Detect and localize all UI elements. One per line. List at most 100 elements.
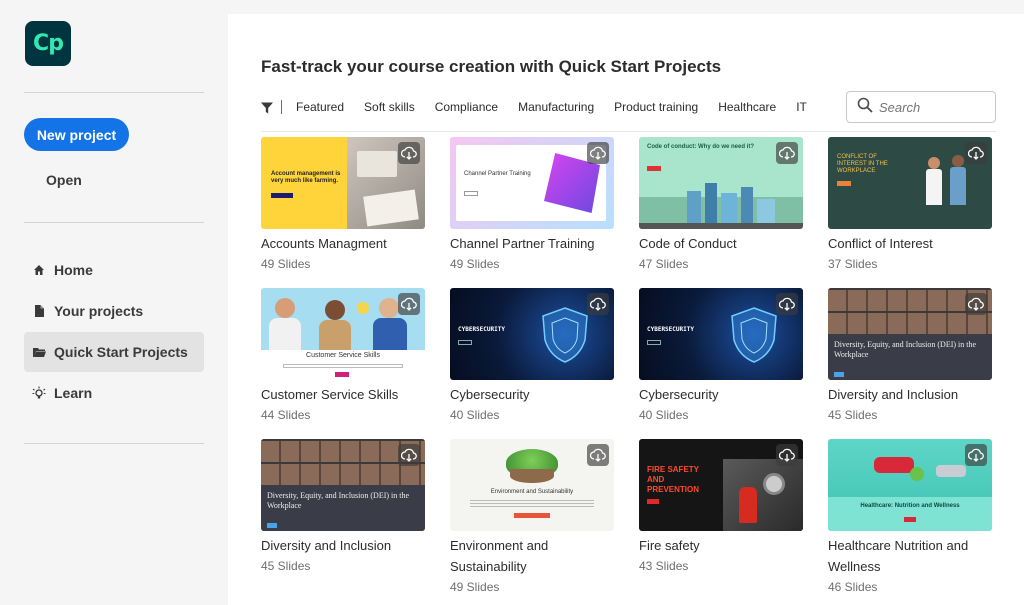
app-logo-text: Cp <box>33 31 64 56</box>
card-title: Environment and Sustainability <box>450 538 549 574</box>
divider <box>24 92 204 93</box>
filter-separator <box>281 100 282 114</box>
project-card[interactable]: Healthcare: Nutrition and Wellness Healt… <box>828 439 992 597</box>
card-thumbnail[interactable]: CYBERSECURITY <box>639 288 803 380</box>
download-icon[interactable] <box>776 293 798 315</box>
card-title: Diversity and Inclusion <box>261 538 392 553</box>
search-input[interactable] <box>879 99 979 115</box>
thumbnail-text: Account management is very much like far… <box>271 171 341 184</box>
download-icon[interactable] <box>587 142 609 164</box>
card-slide-count: 49 Slides <box>261 257 311 271</box>
thumbnail-text: Healthcare: Nutrition and Wellness <box>860 503 960 509</box>
card-title: Healthcare Nutrition and Wellness <box>828 538 969 574</box>
card-title: Code of Conduct <box>639 236 737 251</box>
card-thumbnail[interactable]: Diversity, Equity, and Inclusion (DEI) i… <box>828 288 992 380</box>
nav-item-learn[interactable]: Learn <box>24 373 204 413</box>
thumbnail-text: FIRE SAFETY AND PREVENTION <box>647 465 700 494</box>
project-card[interactable]: CONFLICT OF INTEREST IN THE WORKPLACE Co… <box>828 137 992 274</box>
card-slide-count: 40 Slides <box>450 408 500 422</box>
filter-tab-product-training[interactable]: Product training <box>614 100 698 114</box>
download-icon[interactable] <box>587 444 609 466</box>
download-icon[interactable] <box>965 142 987 164</box>
divider <box>24 222 204 223</box>
new-project-button[interactable]: New project <box>24 118 129 151</box>
card-title: Channel Partner Training <box>450 236 595 251</box>
thumbnail-text: CONFLICT OF INTEREST IN THE WORKPLACE <box>837 154 888 174</box>
card-slide-count: 44 Slides <box>261 408 311 422</box>
thumbnail-text: Channel Partner Training <box>464 171 531 177</box>
card-title: Conflict of Interest <box>828 236 933 251</box>
thumbnail-text: Diversity, Equity, and Inclusion (DEI) i… <box>267 491 410 510</box>
thumbnail-text: Customer Service Skills <box>306 352 380 359</box>
card-thumbnail[interactable]: Account management is very much like far… <box>261 137 425 229</box>
download-icon[interactable] <box>965 444 987 466</box>
filter-tab-it[interactable]: IT <box>796 100 807 114</box>
project-card[interactable]: CYBERSECURITY Cybersecurity 40 Slides <box>450 288 614 425</box>
divider <box>24 443 204 444</box>
download-icon[interactable] <box>398 293 420 315</box>
filter-tab-manufacturing[interactable]: Manufacturing <box>518 100 594 114</box>
filter-tab-soft-skills[interactable]: Soft skills <box>364 100 415 114</box>
card-slide-count: 40 Slides <box>639 408 689 422</box>
project-card[interactable]: Channel Partner Training Channel Partner… <box>450 137 614 274</box>
card-title: Customer Service Skills <box>261 387 399 402</box>
card-thumbnail[interactable]: CONFLICT OF INTEREST IN THE WORKPLACE <box>828 137 992 229</box>
download-icon[interactable] <box>587 293 609 315</box>
card-thumbnail[interactable]: Diversity, Equity, and Inclusion (DEI) i… <box>261 439 425 531</box>
card-slide-count: 49 Slides <box>450 257 500 271</box>
folder-icon <box>32 345 46 359</box>
card-slide-count: 46 Slides <box>828 580 878 594</box>
nav-item-quick-start-projects[interactable]: Quick Start Projects <box>24 332 204 372</box>
lightbulb-icon <box>32 386 46 400</box>
download-icon[interactable] <box>965 293 987 315</box>
app-logo[interactable]: Cp <box>25 21 71 66</box>
download-icon[interactable] <box>776 444 798 466</box>
download-icon[interactable] <box>398 142 420 164</box>
filter-icon[interactable] <box>261 101 273 114</box>
project-card[interactable]: CYBERSECURITY Cybersecurity 40 Slides <box>639 288 803 425</box>
nav-item-your-projects[interactable]: Your projects <box>24 291 204 331</box>
project-card[interactable]: Account management is very much like far… <box>261 137 425 274</box>
open-link[interactable]: Open <box>46 172 82 188</box>
sidebar: Cp New project Open Home Your projects Q… <box>0 0 228 605</box>
card-slide-count: 37 Slides <box>828 257 878 271</box>
project-card[interactable]: Code of conduct: Why do we need it? Code… <box>639 137 803 274</box>
project-card[interactable]: Environment and Sustainability Environme… <box>450 439 614 597</box>
home-icon <box>32 263 46 277</box>
project-card[interactable]: Diversity, Equity, and Inclusion (DEI) i… <box>261 439 425 576</box>
filter-tab-healthcare[interactable]: Healthcare <box>718 100 776 114</box>
card-title: Accounts Managment <box>261 236 387 251</box>
card-thumbnail[interactable]: FIRE SAFETY AND PREVENTION <box>639 439 803 531</box>
document-icon <box>32 304 46 318</box>
thumbnail-text: CYBERSECURITY <box>647 326 694 333</box>
project-card[interactable]: FIRE SAFETY AND PREVENTION Fire safety 4… <box>639 439 803 576</box>
card-thumbnail[interactable]: CYBERSECURITY <box>450 288 614 380</box>
card-thumbnail[interactable]: Channel Partner Training <box>450 137 614 229</box>
filter-tab-compliance[interactable]: Compliance <box>435 100 498 114</box>
card-title: Fire safety <box>639 538 700 553</box>
card-thumbnail[interactable]: Healthcare: Nutrition and Wellness <box>828 439 992 531</box>
divider <box>261 131 996 132</box>
nav-item-label: Quick Start Projects <box>54 344 188 360</box>
card-thumbnail[interactable]: Environment and Sustainability <box>450 439 614 531</box>
card-slide-count: 47 Slides <box>639 257 689 271</box>
thumbnail-text: Code of conduct: Why do we need it? <box>647 144 754 150</box>
project-card[interactable]: Customer Service Skills Customer Service… <box>261 288 425 425</box>
card-slide-count: 45 Slides <box>261 559 311 573</box>
main-panel: Fast-track your course creation with Qui… <box>228 14 1024 605</box>
thumbnail-text: Diversity, Equity, and Inclusion (DEI) i… <box>834 340 977 359</box>
page-title: Fast-track your course creation with Qui… <box>261 57 722 76</box>
download-icon[interactable] <box>776 142 798 164</box>
nav-item-home[interactable]: Home <box>24 250 204 290</box>
nav-item-label: Learn <box>54 385 93 401</box>
filter-tab-featured[interactable]: Featured <box>296 100 344 114</box>
search-box[interactable] <box>846 91 996 123</box>
thumbnail-text: Environment and Sustainability <box>490 489 574 495</box>
nav-item-label: Your projects <box>54 303 144 319</box>
download-icon[interactable] <box>398 444 420 466</box>
card-thumbnail[interactable]: Code of conduct: Why do we need it? <box>639 137 803 229</box>
card-thumbnail[interactable]: Customer Service Skills <box>261 288 425 380</box>
nav-item-label: Home <box>54 262 93 278</box>
card-slide-count: 43 Slides <box>639 559 689 573</box>
project-card[interactable]: Diversity, Equity, and Inclusion (DEI) i… <box>828 288 992 425</box>
